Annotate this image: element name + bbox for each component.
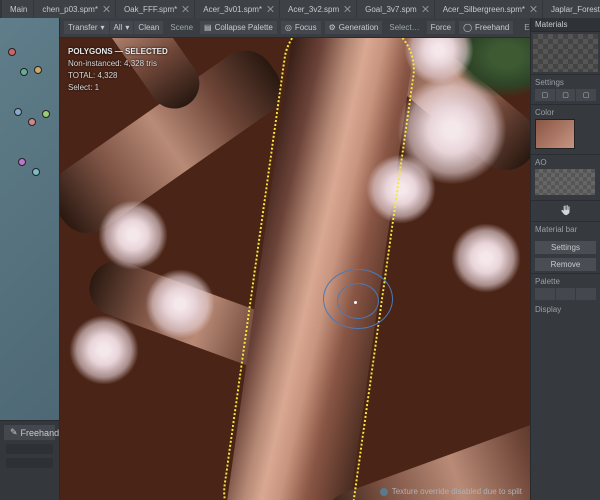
force-button[interactable]: Force bbox=[427, 21, 455, 34]
graph-node[interactable] bbox=[28, 118, 36, 126]
collapse-icon: ▤ bbox=[204, 23, 212, 32]
button-label: Collapse Palette bbox=[215, 23, 273, 32]
palette-slot[interactable] bbox=[556, 288, 576, 300]
viewport-toolbar: Transfer▾ All▾ Clean Scene ▤Collapse Pal… bbox=[60, 18, 530, 38]
graph-node[interactable] bbox=[8, 48, 16, 56]
button-label: Clean bbox=[138, 23, 159, 32]
viewport-hud: POLYGONS — SELECTED Non-instanced: 4,328… bbox=[68, 46, 168, 94]
status-text: Texture override disabled due to split bbox=[392, 487, 522, 496]
blossom-cluster bbox=[69, 315, 139, 385]
collapse-palette-button[interactable]: ▤Collapse Palette bbox=[200, 21, 277, 34]
chevron-down-icon: ▾ bbox=[125, 23, 129, 32]
node-graph-panel: ✎ Freehand bbox=[0, 18, 60, 500]
materials-header: Materials bbox=[531, 18, 600, 32]
section-label: Palette bbox=[535, 277, 596, 286]
close-icon[interactable] bbox=[344, 6, 350, 12]
pan-hand-icon[interactable] bbox=[559, 204, 573, 218]
hud-line: Select: 1 bbox=[68, 82, 168, 94]
focus-button[interactable]: ◎Focus bbox=[281, 21, 321, 34]
color-map-thumbnail[interactable] bbox=[535, 119, 575, 149]
button-label: Force bbox=[431, 23, 451, 32]
viewport-status-bar: Texture override disabled due to split bbox=[380, 487, 522, 496]
texture-swatch-grid[interactable] bbox=[533, 34, 598, 72]
graph-node[interactable] bbox=[18, 158, 26, 166]
tab-file[interactable]: chen_p03.spm* bbox=[34, 0, 115, 18]
button-label: Generation bbox=[339, 23, 379, 32]
materials-panel: Materials Settings ▢ ▢ ▢ Color AO Materi… bbox=[530, 18, 600, 500]
file-tab-bar: Main chen_p03.spm* Oak_FFF.spm* Acer_3v0… bbox=[0, 0, 600, 18]
button-label: Freehand bbox=[21, 428, 60, 438]
tab-label: Japlar_Forest.spm* bbox=[551, 5, 600, 14]
blossom-cluster bbox=[366, 154, 436, 224]
remove-button[interactable]: Remove bbox=[535, 258, 596, 271]
clean-button[interactable]: Clean bbox=[134, 21, 163, 34]
tab-label: Main bbox=[10, 5, 27, 14]
close-icon[interactable] bbox=[422, 6, 428, 12]
hud-title: POLYGONS — SELECTED bbox=[68, 46, 168, 58]
tab-main[interactable]: Main bbox=[2, 0, 33, 18]
freehand-tool-button[interactable]: ◯Freehand bbox=[459, 21, 513, 34]
tab-label: Oak_FFF.spm* bbox=[124, 5, 177, 14]
tab-label: Goal_3v7.spm bbox=[365, 5, 417, 14]
transfer-button[interactable]: Transfer▾ bbox=[64, 21, 109, 34]
button-label: All bbox=[114, 23, 123, 32]
tab-file[interactable]: Acer_3v01.spm* bbox=[195, 0, 279, 18]
graph-node[interactable] bbox=[34, 66, 42, 74]
settings-toggle-b[interactable]: ▢ bbox=[556, 89, 576, 101]
close-icon[interactable] bbox=[530, 6, 536, 12]
close-icon[interactable] bbox=[267, 6, 273, 12]
graph-node[interactable] bbox=[32, 168, 40, 176]
settings-button[interactable]: Settings bbox=[535, 241, 596, 254]
section-label: Color bbox=[535, 108, 596, 117]
generation-button[interactable]: ⚙Generation bbox=[325, 21, 383, 34]
button-label: Focus bbox=[295, 23, 317, 32]
tab-file[interactable]: Japlar_Forest.spm* bbox=[543, 0, 600, 18]
info-icon bbox=[380, 488, 388, 496]
settings-toggle-a[interactable]: ▢ bbox=[535, 89, 555, 101]
hud-line: Non-instanced: 4,328 tris bbox=[68, 58, 168, 70]
button-label: Transfer bbox=[68, 23, 98, 32]
section-label-select: Select… bbox=[386, 23, 422, 32]
pencil-icon: ✎ bbox=[10, 427, 18, 438]
button-label: Freehand bbox=[475, 23, 509, 32]
tab-file[interactable]: Acer_3v2.spm bbox=[280, 0, 356, 18]
gear-icon: ⚙ bbox=[329, 23, 336, 32]
left-tool-footer: ✎ Freehand bbox=[0, 420, 59, 500]
brush-slider[interactable] bbox=[6, 458, 53, 468]
section-label: Settings bbox=[535, 78, 596, 87]
tab-label: Acer_Silbergreen.spm* bbox=[443, 5, 525, 14]
target-icon: ◎ bbox=[285, 23, 292, 32]
tab-label: chen_p03.spm* bbox=[42, 5, 98, 14]
blossom-cluster bbox=[451, 223, 521, 293]
lasso-icon: ◯ bbox=[463, 23, 472, 32]
tab-label: Acer_3v2.spm bbox=[288, 5, 339, 14]
tab-label: Acer_3v01.spm* bbox=[203, 5, 262, 14]
brush-slider[interactable] bbox=[6, 444, 53, 454]
ao-map-slot[interactable] bbox=[535, 169, 595, 195]
graph-node[interactable] bbox=[20, 68, 28, 76]
blossom-cluster bbox=[98, 200, 168, 270]
chevron-down-icon: ▾ bbox=[101, 23, 105, 32]
all-button[interactable]: All▾ bbox=[110, 21, 134, 34]
display-label: Display bbox=[535, 305, 596, 314]
tab-file[interactable]: Goal_3v7.spm bbox=[357, 0, 434, 18]
graph-node[interactable] bbox=[42, 110, 50, 118]
node-graph[interactable] bbox=[0, 18, 59, 420]
section-label: Material bar bbox=[535, 225, 596, 234]
graph-node[interactable] bbox=[14, 108, 22, 116]
freehand-mode-button[interactable]: ✎ Freehand bbox=[4, 425, 55, 440]
3d-viewport[interactable]: POLYGONS — SELECTED Non-instanced: 4,328… bbox=[60, 38, 530, 500]
blossom-cluster bbox=[145, 269, 215, 339]
tab-file[interactable]: Oak_FFF.spm* bbox=[116, 0, 194, 18]
close-icon[interactable] bbox=[103, 6, 109, 12]
close-icon[interactable] bbox=[182, 6, 188, 12]
palette-slot[interactable] bbox=[535, 288, 555, 300]
settings-toggle-c[interactable]: ▢ bbox=[576, 89, 596, 101]
section-label-scene: Scene bbox=[167, 23, 196, 32]
tab-file[interactable]: Acer_Silbergreen.spm* bbox=[435, 0, 542, 18]
palette-slot[interactable] bbox=[576, 288, 596, 300]
section-label: AO bbox=[535, 158, 596, 167]
hud-line: TOTAL: 4,328 bbox=[68, 70, 168, 82]
